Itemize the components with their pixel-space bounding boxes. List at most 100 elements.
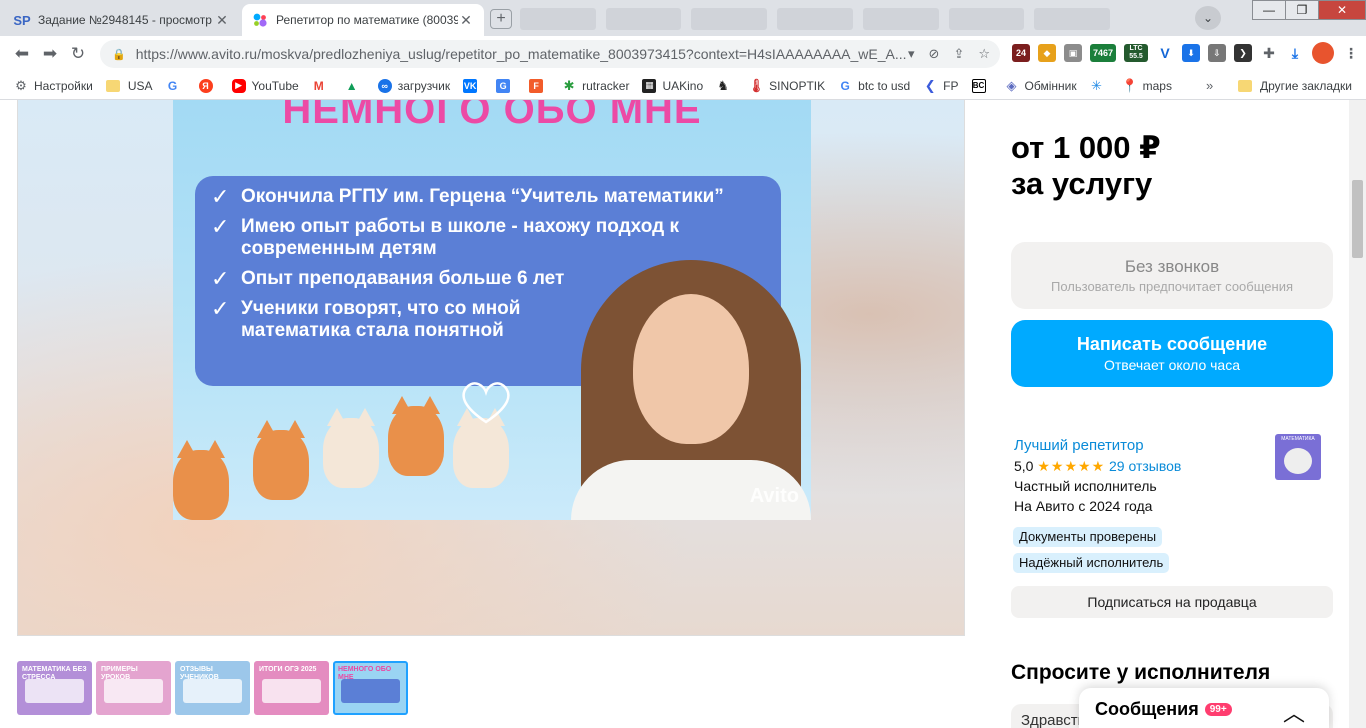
share-icon[interactable]: ⇪: [953, 46, 964, 62]
bookmark-rutracker[interactable]: ✱ rutracker: [562, 77, 630, 93]
thumbnail[interactable]: Математика без стресса: [17, 661, 92, 715]
uakino-icon: ▦: [642, 78, 657, 93]
download-extension-icon[interactable]: ⬇: [1182, 44, 1200, 62]
bookmark-f[interactable]: F: [529, 78, 549, 93]
gmail-icon: M: [313, 78, 324, 93]
bookmark-loader[interactable]: ∞ загрузчик: [377, 78, 450, 93]
kitten-image: [388, 396, 444, 476]
v-extension-icon[interactable]: V: [1156, 44, 1174, 62]
badge-reliable-performer[interactable]: Надёжный исполнитель: [1013, 553, 1170, 573]
tab-strip: SP Задание №2948145 - просмотр з ✕ Репет…: [0, 0, 1366, 36]
bookmark-chess[interactable]: ♞: [716, 78, 736, 93]
bookmark-bc[interactable]: BC: [971, 78, 992, 93]
bookmark-fp[interactable]: ❮ FP: [923, 78, 959, 93]
puzzle-icon[interactable]: ✚: [1260, 44, 1278, 62]
more-bookmarks-chevron[interactable]: »: [1206, 78, 1213, 93]
downloads-icon[interactable]: ⤓: [1286, 44, 1304, 62]
seller-avatar[interactable]: МАТЕМАТИКА: [1275, 434, 1321, 480]
tab-avito[interactable]: Репетитор по математике (80039 ✕: [242, 4, 484, 36]
bookmark-uakino[interactable]: ▦ UAKino: [642, 78, 703, 93]
sp-icon: SP: [13, 12, 31, 28]
other-bookmarks[interactable]: Другие закладки: [1238, 79, 1352, 93]
bookmark-youtube[interactable]: ▶ YouTube: [231, 78, 299, 93]
thermometer-icon: 🌡: [747, 77, 765, 93]
window-close-icon[interactable]: ✕: [1318, 0, 1366, 20]
shield-extension-icon[interactable]: ◆: [1038, 44, 1056, 62]
chevron-up-icon[interactable]: ︿: [1283, 696, 1305, 728]
drive-icon: ▲: [345, 78, 358, 93]
page-scrollbar[interactable]: [1349, 100, 1366, 728]
extension-24-icon[interactable]: 24: [1012, 44, 1030, 62]
bookmark-vk[interactable]: VK: [463, 78, 483, 93]
restore-icon[interactable]: ❐: [1285, 0, 1319, 20]
background-tabs[interactable]: [520, 8, 1111, 30]
save-icon[interactable]: ⇩: [1208, 44, 1226, 62]
back-arrow-icon[interactable]: ⬅: [8, 44, 36, 64]
bookmark-usa[interactable]: USA: [105, 79, 153, 93]
bookmark-snowflake[interactable]: ✳: [1090, 78, 1110, 93]
bookmark-settings[interactable]: ⚙ Настройки: [14, 78, 93, 93]
bookmark-exchange[interactable]: ◈ Обмінник: [1005, 78, 1077, 93]
extensions-bar: 24 ◆ ▣ 7467 LTC 55.5 V ⬇ ⇩ ❯ ✚ ⤓ ⋮: [1012, 42, 1360, 64]
thumbnail-selected[interactable]: Немного обо мне: [333, 661, 408, 715]
no-calls-button[interactable]: Без звонков Пользователь предпочитает со…: [1011, 242, 1333, 309]
image-gallery[interactable]: НЕМНОГО ОБО МНЕ ✓ Окончила РГПУ им. Герце…: [17, 100, 965, 636]
menu-dots-icon[interactable]: ⋮: [1342, 44, 1360, 62]
subscribe-seller-button[interactable]: Подписаться на продавца: [1011, 586, 1333, 618]
ltc-price-badge[interactable]: LTC 55.5: [1124, 44, 1148, 62]
rating-stars-icon: ★★★★★: [1037, 458, 1106, 474]
tab-search-chevron-icon[interactable]: ⌄: [1195, 6, 1221, 30]
checkmark-icon: ✓: [211, 266, 230, 291]
checkmark-icon: ✓: [211, 296, 230, 321]
btc-price-badge[interactable]: 7467: [1090, 44, 1116, 62]
tab-title: Задание №2948145 - просмотр з: [38, 13, 214, 27]
dropdown-icon[interactable]: ▾: [908, 46, 915, 62]
ask-section-title: Спросите у исполнителя: [1011, 661, 1271, 684]
reload-icon[interactable]: ↻: [64, 44, 92, 64]
vk-icon: VK: [463, 78, 478, 93]
write-message-button[interactable]: Написать сообщение Отвечает около часа: [1011, 320, 1333, 387]
url-text[interactable]: https://www.avito.ru/moskva/predlozheniy…: [136, 46, 1000, 62]
close-icon[interactable]: ✕: [458, 12, 474, 29]
gallery-main-image[interactable]: НЕМНОГО ОБО МНЕ ✓ Окончила РГПУ им. Герце…: [173, 100, 811, 520]
thumbnail[interactable]: Отзывы учеников: [175, 661, 250, 715]
forward-arrow-icon[interactable]: ➡: [36, 44, 64, 64]
badge-documents-verified[interactable]: Документы проверены: [1013, 527, 1163, 547]
kitten-image: [253, 420, 309, 500]
lock-icon[interactable]: 🔒: [112, 48, 126, 61]
new-tab-button[interactable]: +: [490, 9, 512, 29]
bookmark-star-icon[interactable]: ☆: [978, 46, 990, 62]
terminal-icon[interactable]: ❯: [1234, 44, 1252, 62]
address-bar[interactable]: 🔒 https://www.avito.ru/moskva/predlozhen…: [100, 40, 1000, 68]
briefcase-icon[interactable]: ▣: [1064, 44, 1082, 62]
cat-icon: [1284, 448, 1312, 474]
bookmark-btc-to-usd[interactable]: Gbtc to usd: [838, 79, 910, 93]
thumbnail[interactable]: Примеры уроков: [96, 661, 171, 715]
bookmark-maps[interactable]: 📍 maps: [1122, 78, 1172, 93]
google-icon: G: [167, 78, 178, 93]
seller-name-link[interactable]: Лучший репетитор: [1014, 436, 1274, 456]
folder-icon: [105, 79, 120, 92]
blocked-icon[interactable]: ⊘: [929, 46, 940, 62]
seller-since: На Авито с 2024 года: [1014, 498, 1153, 514]
bookmark-google[interactable]: G: [166, 79, 186, 93]
tab-task[interactable]: SP Задание №2948145 - просмотр з ✕: [4, 4, 240, 36]
scrollbar-thumb[interactable]: [1352, 180, 1363, 258]
bookmark-translate[interactable]: G: [496, 78, 516, 93]
checkmark-icon: ✓: [211, 184, 230, 209]
messages-widget[interactable]: Сообщения 99+ ︿: [1079, 688, 1329, 728]
gallery-thumbnails: Математика без стресса Примеры уроков От…: [17, 661, 408, 715]
minimize-icon[interactable]: —: [1252, 0, 1286, 20]
rutracker-icon: ✱: [563, 77, 575, 93]
profile-avatar[interactable]: [1312, 42, 1334, 64]
bookmark-gmail[interactable]: M: [312, 79, 332, 93]
checkmark-icon: ✓: [211, 214, 230, 239]
kitten-image: [173, 440, 229, 520]
bookmark-yandex[interactable]: Я: [198, 78, 219, 93]
bookmark-drive[interactable]: ▲: [345, 79, 365, 93]
bookmark-sinoptik[interactable]: 🌡 SINOPTIK: [747, 77, 825, 93]
window-controls: — ❐ ✕: [1252, 0, 1366, 20]
thumbnail[interactable]: Итоги ОГЭ 2025: [254, 661, 329, 715]
close-icon[interactable]: ✕: [214, 12, 230, 29]
reviews-link[interactable]: 29 отзывов: [1109, 458, 1181, 474]
